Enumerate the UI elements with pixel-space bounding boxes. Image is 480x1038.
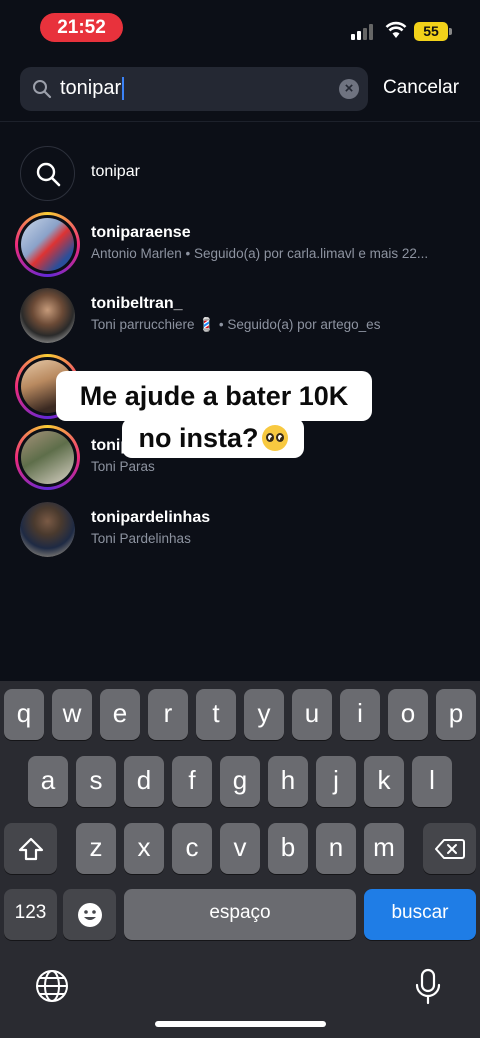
delete-key[interactable] [423, 823, 476, 874]
search-icon [36, 162, 61, 187]
caption-line-2: no insta? [122, 418, 304, 458]
key-w[interactable]: w [52, 689, 92, 740]
key-f[interactable]: f [172, 756, 212, 807]
backspace-icon [434, 839, 465, 860]
result-subtitle: Toni parrucchiere 💈 • Seguido(a) por art… [91, 317, 381, 332]
key-h[interactable]: h [268, 756, 308, 807]
caption-line-1: Me ajude a bater 10K [56, 371, 372, 421]
result-row[interactable]: toniparde​linhas Toni Pardelinhas [0, 496, 480, 562]
key-s[interactable]: s [76, 756, 116, 807]
search-suggestion-icon [20, 146, 75, 201]
battery-icon [449, 28, 452, 35]
result-subtitle: Toni Paras [91, 459, 155, 474]
key-l[interactable]: l [412, 756, 452, 807]
avatar[interactable] [20, 502, 75, 557]
search-suggestion-text: tonipar [91, 163, 140, 180]
key-z[interactable]: z [76, 823, 116, 874]
search-query: tonipar [60, 77, 125, 101]
avatar[interactable] [15, 425, 80, 490]
key-u[interactable]: u [292, 689, 332, 740]
numbers-key[interactable]: 123 [4, 889, 57, 940]
pleading-face-emoji-icon [261, 425, 288, 451]
key-k[interactable]: k [364, 756, 404, 807]
key-n[interactable]: n [316, 823, 356, 874]
result-username: toniparaense [91, 224, 191, 241]
search-suggestion-row[interactable]: tonipar [0, 140, 480, 206]
key-a[interactable]: a [28, 756, 68, 807]
key-p[interactable]: p [436, 689, 476, 740]
clear-search-button[interactable]: × [339, 79, 359, 99]
key-i[interactable]: i [340, 689, 380, 740]
cancel-button[interactable]: Cancelar [383, 77, 459, 99]
globe-icon[interactable] [34, 968, 70, 1004]
key-y[interactable]: y [244, 689, 284, 740]
status-time: 21:52 [40, 13, 123, 42]
search-key[interactable]: buscar [364, 889, 476, 940]
result-username: toniparde​linhas [91, 509, 211, 526]
key-r[interactable]: r [148, 689, 188, 740]
shift-key[interactable] [4, 823, 57, 874]
result-row[interactable]: toniparaense Antonio Marlen • Seguido(a)… [0, 211, 480, 277]
result-subtitle: Antonio Marlen • Seguido(a) por carla.li… [91, 246, 429, 261]
key-c[interactable]: c [172, 823, 212, 874]
shift-icon [18, 838, 43, 861]
result-row[interactable]: tonibeltran_ Toni parrucchiere 💈 • Segui… [0, 282, 480, 348]
search-icon [33, 80, 52, 99]
key-e[interactable]: e [100, 689, 140, 740]
home-indicator [155, 1021, 326, 1027]
key-v[interactable]: v [220, 823, 260, 874]
result-subtitle: Toni Pardelinhas [91, 531, 191, 546]
emoji-icon [77, 903, 102, 928]
microphone-icon[interactable] [414, 968, 442, 1006]
key-g[interactable]: g [220, 756, 260, 807]
key-d[interactable]: d [124, 756, 164, 807]
cellular-signal-icon [351, 24, 375, 40]
text-caret [122, 77, 125, 101]
wifi-icon [385, 21, 407, 38]
key-j[interactable]: j [316, 756, 356, 807]
emoji-key[interactable] [63, 889, 116, 940]
avatar[interactable] [20, 288, 75, 343]
key-t[interactable]: t [196, 689, 236, 740]
key-q[interactable]: q [4, 689, 44, 740]
key-b[interactable]: b [268, 823, 308, 874]
result-username: tonibeltran_ [91, 295, 183, 312]
search-input[interactable]: tonipar × [20, 67, 368, 111]
keyboard: q w e r t y u i o p a s d f g h j k l z … [0, 681, 480, 1038]
status-bar: 21:52 55 [0, 0, 480, 56]
divider [0, 121, 480, 122]
battery-level: 55 [414, 22, 448, 41]
avatar[interactable] [15, 212, 80, 277]
key-x[interactable]: x [124, 823, 164, 874]
space-key[interactable]: espaço [124, 889, 356, 940]
key-m[interactable]: m [364, 823, 404, 874]
key-o[interactable]: o [388, 689, 428, 740]
